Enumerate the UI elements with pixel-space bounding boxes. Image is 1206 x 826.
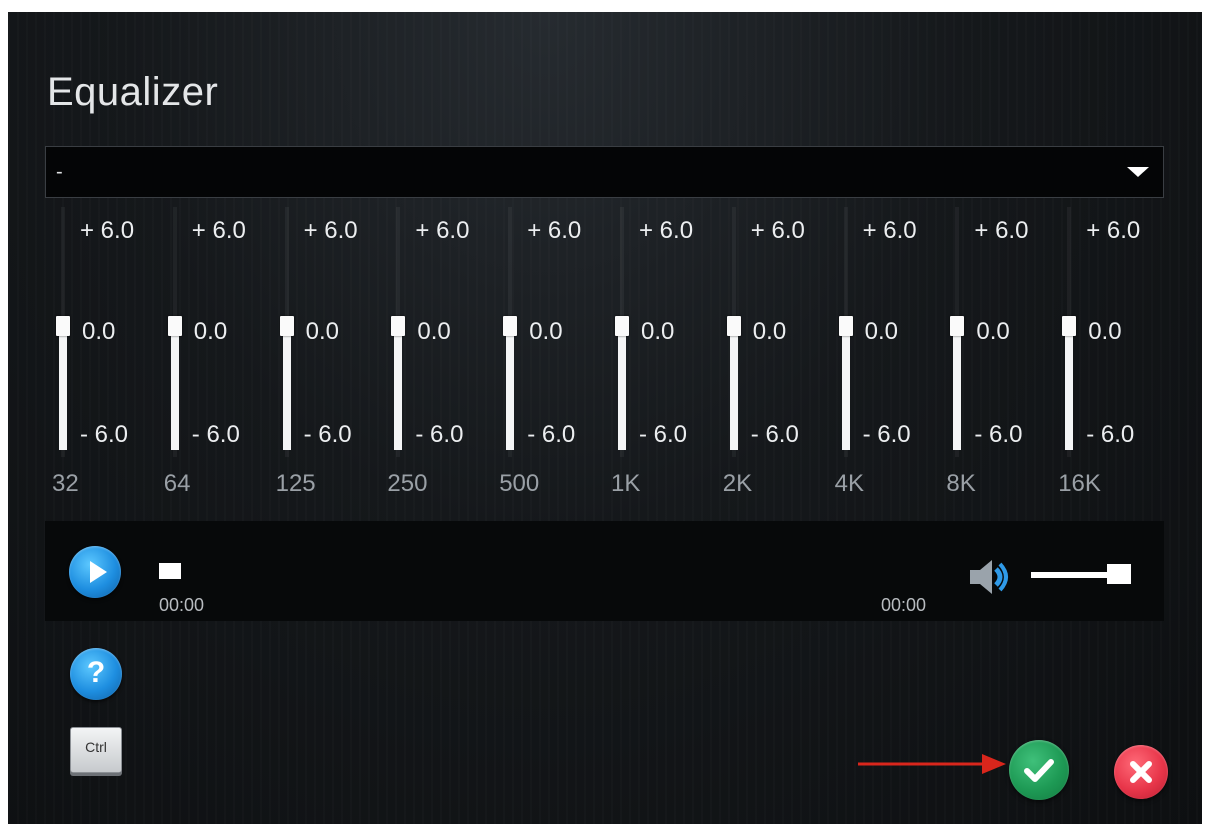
eq-min-label: - 6.0: [415, 421, 464, 448]
help-button[interactable]: ?: [70, 648, 122, 700]
volume-slider-thumb[interactable]: [1107, 564, 1131, 584]
eq-frequency-label: 2K: [722, 470, 753, 497]
eq-frequency-label: 125: [275, 470, 316, 497]
eq-min-label: - 6.0: [80, 421, 129, 448]
eq-value-label: 0.0: [305, 318, 339, 345]
arrow-annotation-icon: [858, 754, 1006, 774]
eq-frequency-label: 1K: [611, 470, 641, 497]
eq-frequency-label: 64: [163, 470, 191, 497]
eq-min-label: - 6.0: [862, 421, 911, 448]
eq-max-label: + 6.0: [415, 217, 470, 244]
eq-slider-thumb[interactable]: [56, 316, 70, 336]
eq-band-8k: + 6.0 0.0 - 6.0 8K: [946, 207, 1058, 507]
ok-button[interactable]: [1009, 740, 1069, 800]
eq-slider-rail[interactable]: [618, 330, 626, 450]
eq-min-label: - 6.0: [303, 421, 352, 448]
eq-value-label: 0.0: [1088, 318, 1122, 345]
eq-value-label: 0.0: [641, 318, 675, 345]
eq-slider-rail[interactable]: [953, 330, 962, 450]
eq-value-label: 0.0: [976, 318, 1010, 345]
eq-value-label: 0.0: [529, 318, 563, 345]
checkmark-icon: [1024, 759, 1054, 782]
eq-frequency-label: 16K: [1058, 470, 1101, 497]
ctrl-key-button[interactable]: Ctrl: [70, 727, 122, 773]
eq-band-4k: + 6.0 0.0 - 6.0 4K: [835, 207, 947, 507]
eq-band-32: + 6.0 0.0 - 6.0 32: [52, 207, 164, 507]
eq-band-1k: + 6.0 0.0 - 6.0 1K: [611, 207, 723, 507]
eq-max-label: + 6.0: [1086, 217, 1141, 244]
eq-slider-rail[interactable]: [841, 330, 850, 450]
eq-max-label: + 6.0: [191, 217, 246, 244]
equalizer-dialog: Equalizer - + 6.0 0.0- 6.0 32 + 6.0 0.0- 6.0…: [8, 12, 1202, 824]
eq-max-label: + 6.0: [974, 217, 1029, 244]
eq-band-500: + 6.0 0.0 - 6.0 500: [499, 207, 611, 507]
speaker-icon[interactable]: [966, 557, 1014, 597]
eq-min-label: - 6.0: [750, 421, 799, 448]
current-time: 00:00: [159, 595, 205, 615]
eq-max-label: + 6.0: [639, 217, 694, 244]
play-button[interactable]: [69, 546, 121, 598]
play-icon: [90, 561, 107, 583]
eq-slider-thumb[interactable]: [615, 316, 629, 336]
preview-player: 00:00 00:00: [45, 521, 1164, 621]
eq-min-label: - 6.0: [1086, 421, 1135, 448]
close-icon: [1130, 761, 1152, 783]
eq-slider-thumb[interactable]: [279, 316, 294, 336]
eq-band-16k: + 6.0 0.0 - 6.0 16K: [1058, 207, 1170, 507]
help-icon: ?: [86, 656, 106, 689]
eq-slider-thumb[interactable]: [1062, 316, 1077, 336]
cancel-button[interactable]: [1114, 745, 1168, 799]
eq-slider-rail[interactable]: [506, 330, 515, 450]
eq-slider-thumb[interactable]: [167, 316, 182, 336]
eq-min-label: - 6.0: [639, 421, 688, 448]
eq-min-label: - 6.0: [191, 421, 240, 448]
eq-band-2k: + 6.0 0.0 - 6.0 2K: [723, 207, 835, 507]
eq-slider-rail[interactable]: [394, 330, 403, 450]
eq-frequency-label: 32: [52, 470, 79, 497]
eq-slider-thumb[interactable]: [950, 316, 965, 336]
eq-max-label: + 6.0: [303, 217, 358, 244]
eq-max-label: + 6.0: [862, 217, 917, 244]
eq-max-label: + 6.0: [527, 217, 582, 244]
eq-frequency-label: 500: [499, 470, 540, 497]
eq-value-label: 0.0: [417, 318, 451, 345]
eq-slider-thumb[interactable]: [391, 316, 406, 336]
preset-dropdown[interactable]: -: [45, 146, 1164, 198]
eq-slider-rail[interactable]: [59, 330, 67, 450]
eq-slider-thumb[interactable]: [503, 316, 518, 336]
eq-min-label: - 6.0: [527, 421, 576, 448]
dialog-title: Equalizer: [47, 70, 219, 114]
seek-slider-thumb[interactable]: [159, 563, 181, 579]
dropdown-arrow-icon[interactable]: [1127, 167, 1149, 177]
eq-band-125: + 6.0 0.0 - 6.0 125: [276, 207, 388, 507]
eq-value-label: 0.0: [82, 318, 116, 345]
ctrl-key-label: Ctrl: [85, 739, 107, 755]
eq-slider-thumb[interactable]: [726, 316, 741, 336]
total-time: 00:00: [881, 595, 927, 615]
eq-frequency-label: 250: [387, 470, 428, 497]
eq-slider-rail[interactable]: [729, 330, 738, 450]
eq-min-label: - 6.0: [974, 421, 1023, 448]
eq-value-label: 0.0: [752, 318, 787, 345]
eq-frequency-label: 4K: [834, 470, 864, 497]
eq-value-label: 0.0: [193, 318, 228, 345]
eq-slider-rail[interactable]: [170, 330, 179, 450]
eq-slider-rail[interactable]: [282, 330, 291, 450]
eq-slider-thumb[interactable]: [838, 316, 853, 336]
preset-value: -: [56, 161, 63, 183]
eq-max-label: + 6.0: [80, 217, 135, 244]
eq-band-64: + 6.0 0.0 - 6.0 64: [164, 207, 276, 507]
eq-band-250: + 6.0 0.0 - 6.0 250: [387, 207, 499, 507]
eq-slider-rail[interactable]: [1065, 330, 1074, 450]
eq-max-label: + 6.0: [750, 217, 805, 244]
eq-value-label: 0.0: [864, 318, 898, 345]
eq-frequency-label: 8K: [946, 470, 976, 497]
